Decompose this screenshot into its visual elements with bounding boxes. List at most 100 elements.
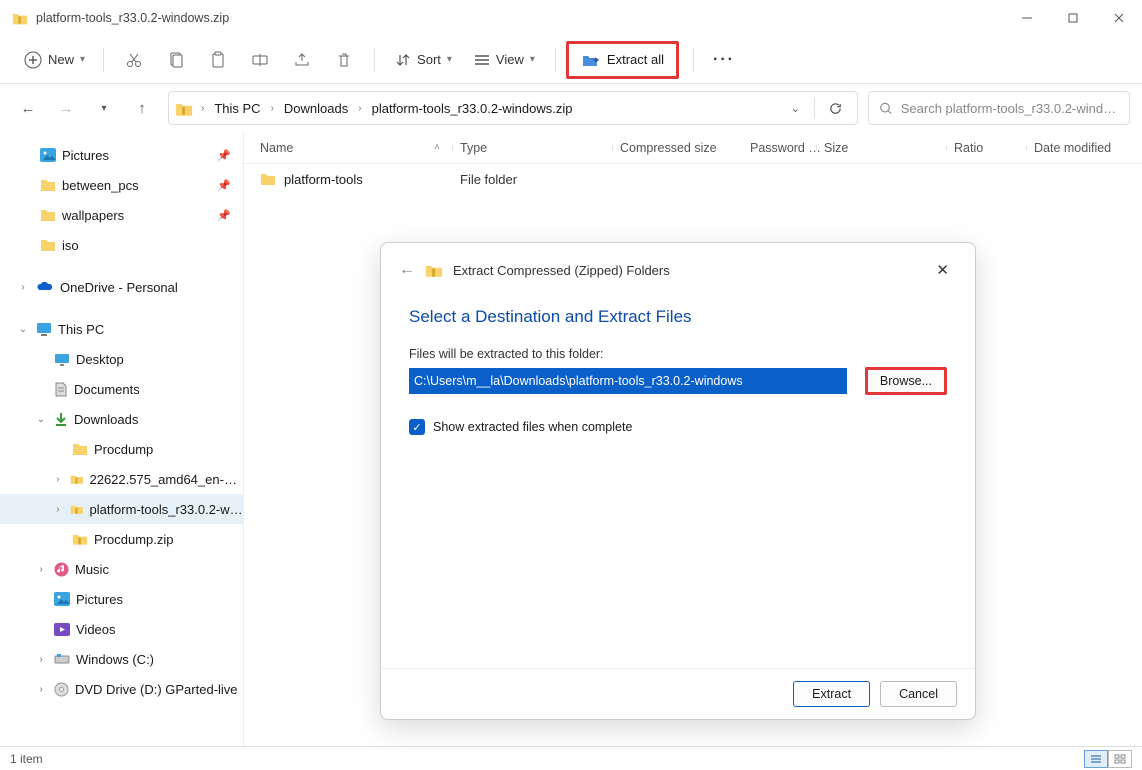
sort-button-label: Sort bbox=[417, 52, 441, 67]
sidebar-item-desktop[interactable]: Desktop bbox=[0, 344, 243, 374]
view-button[interactable]: View ▾ bbox=[464, 46, 545, 73]
view-toggle bbox=[1084, 750, 1132, 768]
item-count: 1 item bbox=[10, 752, 43, 766]
extract-icon bbox=[581, 52, 599, 68]
pictures-icon bbox=[54, 592, 70, 606]
sidebar-item-label: platform-tools_r33.0.2-windows bbox=[89, 502, 243, 517]
close-window-button[interactable] bbox=[1096, 0, 1142, 36]
chevron-right-icon[interactable]: › bbox=[52, 474, 64, 485]
sort-button[interactable]: Sort ▾ bbox=[385, 46, 462, 73]
thumbnails-view-button[interactable] bbox=[1108, 750, 1132, 768]
details-view-button[interactable] bbox=[1084, 750, 1108, 768]
column-size[interactable]: Size bbox=[824, 141, 954, 155]
sidebar-item-this-pc[interactable]: ⌄ This PC bbox=[0, 314, 243, 344]
breadcrumb-segment[interactable]: Downloads bbox=[282, 101, 350, 116]
share-button[interactable] bbox=[282, 42, 322, 78]
breadcrumb-segment[interactable]: platform-tools_r33.0.2-windows.zip bbox=[370, 101, 575, 116]
column-ratio[interactable]: Ratio bbox=[954, 141, 1034, 155]
back-button[interactable]: ← bbox=[12, 92, 44, 124]
maximize-button[interactable] bbox=[1050, 0, 1096, 36]
column-password[interactable]: Password … bbox=[750, 141, 824, 155]
sidebar-item-label: Desktop bbox=[76, 352, 124, 367]
zip-folder-icon bbox=[72, 532, 88, 546]
sidebar-item-pictures[interactable]: Pictures bbox=[0, 584, 243, 614]
more-button[interactable]: ··· bbox=[704, 51, 744, 69]
sidebar-item-music[interactable]: › Music bbox=[0, 554, 243, 584]
column-compressed-size[interactable]: Compressed size bbox=[620, 141, 750, 155]
chevron-right-icon[interactable]: › bbox=[34, 684, 48, 695]
chevron-right-icon[interactable]: › bbox=[16, 282, 30, 293]
column-type[interactable]: Type bbox=[460, 141, 620, 155]
dialog-close-button[interactable]: ✕ bbox=[928, 257, 957, 283]
sidebar-item-label: Music bbox=[75, 562, 109, 577]
address-dropdown-icon[interactable]: ⌄ bbox=[781, 102, 810, 115]
sidebar-item-label: between_pcs bbox=[62, 178, 139, 193]
column-name[interactable]: Name˄ bbox=[260, 141, 460, 155]
sidebar-item-dvd-drive[interactable]: › DVD Drive (D:) GParted-live bbox=[0, 674, 243, 704]
sidebar-item-downloads[interactable]: ⌄ Downloads bbox=[0, 404, 243, 434]
chevron-down-icon: ▾ bbox=[447, 54, 452, 65]
extract-button[interactable]: Extract bbox=[793, 681, 870, 707]
chevron-right-icon[interactable]: › bbox=[197, 103, 208, 114]
sidebar-item-label: This PC bbox=[58, 322, 104, 337]
dialog-field-label: Files will be extracted to this folder: bbox=[409, 347, 947, 361]
sidebar-item-documents[interactable]: Documents bbox=[0, 374, 243, 404]
cut-button[interactable] bbox=[114, 42, 154, 78]
breadcrumb-segment[interactable]: This PC bbox=[212, 101, 262, 116]
search-icon bbox=[879, 101, 893, 116]
sidebar-item-label: wallpapers bbox=[62, 208, 124, 223]
sidebar-item-drive-c[interactable]: › Windows (C:) bbox=[0, 644, 243, 674]
cancel-button[interactable]: Cancel bbox=[880, 681, 957, 707]
toolbar: New ▾ Sort ▾ View ▾ Extract all ··· bbox=[0, 36, 1142, 84]
extract-all-button[interactable]: Extract all bbox=[566, 41, 679, 79]
sidebar-item-folder[interactable]: › 22622.575_amd64_en-us_core bbox=[0, 464, 243, 494]
quick-access-item[interactable]: Pictures 📌 bbox=[0, 140, 243, 170]
up-button[interactable]: ↑ bbox=[126, 92, 158, 124]
sidebar-item-label: Windows (C:) bbox=[76, 652, 154, 667]
browse-button[interactable]: Browse... bbox=[865, 367, 947, 395]
paste-button[interactable] bbox=[198, 42, 238, 78]
onedrive-icon bbox=[36, 281, 54, 293]
music-icon bbox=[54, 562, 69, 577]
chevron-right-icon[interactable]: › bbox=[34, 654, 48, 665]
minimize-button[interactable] bbox=[1004, 0, 1050, 36]
show-extracted-checkbox[interactable]: ✓ Show extracted files when complete bbox=[409, 419, 947, 435]
sidebar-item-folder[interactable]: Procdump bbox=[0, 434, 243, 464]
folder-icon bbox=[260, 172, 276, 186]
recent-button[interactable]: ▾ bbox=[88, 92, 120, 124]
search-input[interactable]: Search platform-tools_r33.0.2-windows… bbox=[868, 91, 1130, 125]
sidebar-item-folder[interactable]: Procdump.zip bbox=[0, 524, 243, 554]
refresh-button[interactable] bbox=[819, 101, 851, 116]
view-icon bbox=[474, 54, 490, 66]
pin-icon: 📌 bbox=[217, 149, 231, 162]
navbar: ← → ▾ ↑ › This PC › Downloads › platform… bbox=[0, 84, 1142, 132]
copy-button[interactable] bbox=[156, 42, 196, 78]
file-row[interactable]: platform-tools File folder bbox=[244, 164, 1142, 194]
new-plus-icon bbox=[24, 51, 42, 69]
chevron-right-icon[interactable]: › bbox=[52, 504, 64, 515]
pin-icon: 📌 bbox=[217, 209, 231, 222]
quick-access-item[interactable]: wallpapers 📌 bbox=[0, 200, 243, 230]
view-button-label: View bbox=[496, 52, 524, 67]
chevron-right-icon[interactable]: › bbox=[354, 103, 365, 114]
dvd-icon bbox=[54, 682, 69, 697]
chevron-right-icon[interactable]: › bbox=[34, 564, 48, 575]
column-date[interactable]: Date modified bbox=[1034, 141, 1142, 155]
sidebar-item-label: Pictures bbox=[76, 592, 123, 607]
chevron-down-icon[interactable]: ⌄ bbox=[34, 414, 48, 425]
quick-access-item[interactable]: between_pcs 📌 bbox=[0, 170, 243, 200]
rename-button[interactable] bbox=[240, 42, 280, 78]
quick-access-item[interactable]: iso bbox=[0, 230, 243, 260]
forward-button[interactable]: → bbox=[50, 92, 82, 124]
sidebar-item-videos[interactable]: Videos bbox=[0, 614, 243, 644]
sidebar-item-onedrive[interactable]: › OneDrive - Personal bbox=[0, 272, 243, 302]
new-button[interactable]: New ▾ bbox=[16, 45, 93, 75]
zip-folder-icon bbox=[70, 472, 84, 486]
sidebar-item-folder[interactable]: › platform-tools_r33.0.2-windows bbox=[0, 494, 243, 524]
chevron-down-icon[interactable]: ⌄ bbox=[16, 324, 30, 335]
address-bar[interactable]: › This PC › Downloads › platform-tools_r… bbox=[168, 91, 858, 125]
destination-path-input[interactable]: C:\Users\m__la\Downloads\platform-tools_… bbox=[409, 368, 847, 394]
chevron-right-icon[interactable]: › bbox=[267, 103, 278, 114]
delete-button[interactable] bbox=[324, 42, 364, 78]
dialog-back-button[interactable]: ← bbox=[399, 261, 415, 279]
